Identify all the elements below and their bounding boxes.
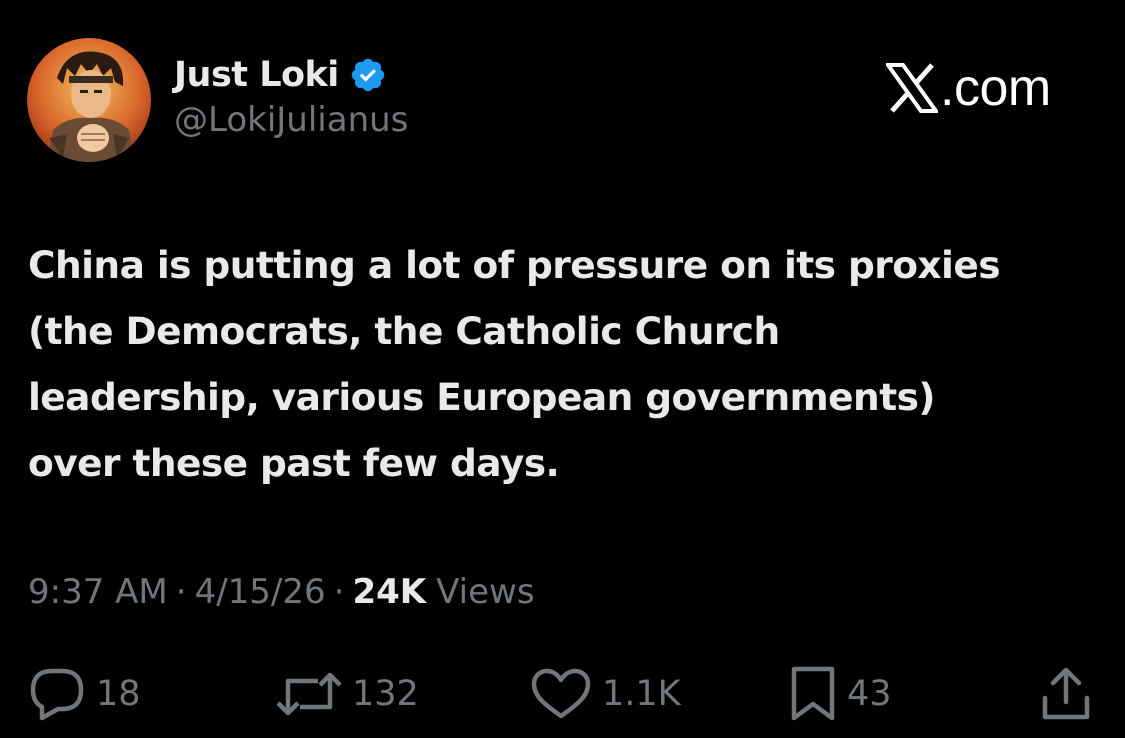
- tweet-time[interactable]: 9:37 AM: [28, 572, 168, 612]
- reply-icon: [30, 668, 84, 721]
- author-handle[interactable]: @LokiJulianus: [174, 100, 408, 140]
- bookmark-button[interactable]: 43: [789, 664, 892, 724]
- display-name[interactable]: Just Loki: [174, 55, 339, 95]
- bookmark-icon: [791, 666, 835, 721]
- avatar-illustration: [27, 38, 151, 162]
- author-name-row: Just Loki: [174, 52, 387, 98]
- tweet-date[interactable]: 4/15/26: [195, 572, 326, 612]
- views-count[interactable]: 24K: [352, 572, 426, 612]
- meta-separator: ·: [175, 572, 187, 612]
- repost-count: 132: [352, 674, 419, 714]
- x-logo-icon: [884, 63, 940, 113]
- like-button[interactable]: 1.1K: [530, 664, 681, 724]
- brand-logo: .com: [884, 58, 1086, 118]
- brand-text: .com: [940, 59, 1051, 117]
- reply-count: 18: [96, 674, 141, 714]
- reply-button[interactable]: 18: [28, 664, 141, 724]
- repost-icon: [276, 672, 342, 716]
- like-count: 1.1K: [602, 674, 681, 714]
- views-label[interactable]: Views: [436, 572, 534, 612]
- like-icon: [531, 668, 591, 719]
- share-button[interactable]: [1040, 664, 1092, 724]
- tweet-card: Just Loki @LokiJulianus .com China is pu…: [0, 0, 1125, 738]
- repost-button[interactable]: 132: [276, 664, 419, 724]
- action-bar: 18 132 1.1K 43: [0, 664, 1125, 724]
- tweet-text: China is putting a lot of pressure on it…: [28, 243, 1001, 485]
- verified-badge-icon: [349, 56, 387, 94]
- meta-separator: ·: [333, 572, 345, 612]
- tweet-meta: 9:37 AM · 4/15/26 · 24K Views: [28, 572, 535, 612]
- bookmark-count: 43: [847, 674, 892, 714]
- share-icon: [1042, 667, 1090, 720]
- avatar[interactable]: [27, 38, 151, 162]
